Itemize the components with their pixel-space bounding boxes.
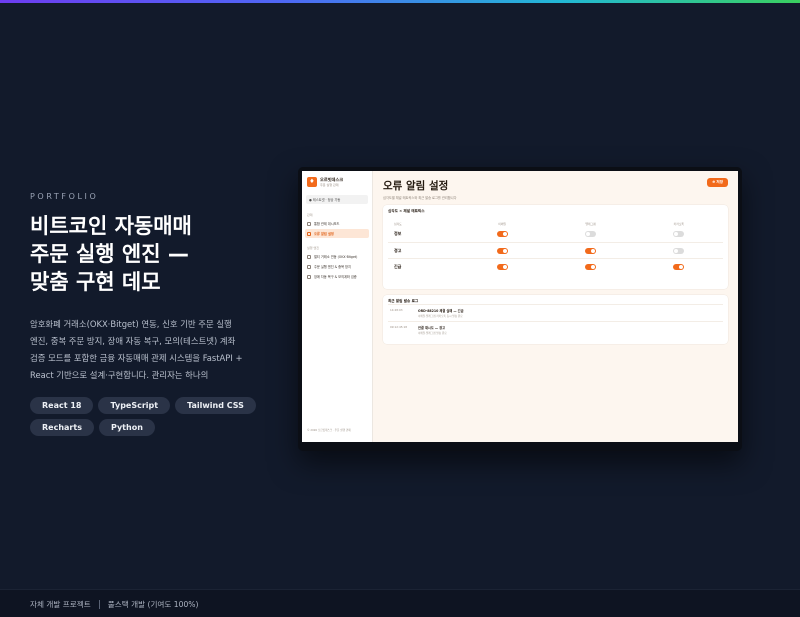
description-line: React 기반으로 설계·구현합니다. 관리자는 하나의 <box>30 370 209 380</box>
severity-label: 정보 <box>394 231 402 236</box>
channel-toggle[interactable] <box>673 263 685 270</box>
page-title: 비트코인 자동매매 주문 실행 엔진 — 맞춤 구현 데모 <box>30 212 280 296</box>
matrix-cell <box>458 263 546 270</box>
tech-chip: Python <box>98 419 155 436</box>
channel-toggle[interactable] <box>584 263 596 270</box>
matrix-cell <box>546 247 634 254</box>
sidebar-section-label: 관제 <box>307 213 313 217</box>
channel-toggle[interactable] <box>673 231 685 237</box>
description-line: 검증 모드를 포함한 금융 자동매매 관제 시스템을 FastAPI + <box>30 353 243 363</box>
footer-project-type: 자체 개발 프로젝트 <box>30 600 91 609</box>
matrix-cell <box>635 231 723 237</box>
sidebar-item-label: 주문 실행 엔진 & 중복 방지 <box>314 265 351 269</box>
matrix-cell <box>546 263 634 270</box>
alert-log-card: 최근 알림 발송 로그 14:28:03 ORD-88210 체결 실패 — 긴… <box>383 295 728 344</box>
column-header: 카카오톡 <box>673 222 684 226</box>
description-line: 엔진, 중복 주문 방지, 장애 자동 복구, 모의(테스트넷) 계좌 <box>30 336 236 346</box>
log-title: 연결 재시도 — 경고 <box>418 326 446 330</box>
log-item: 09:12:45:18 연결 재시도 — 경고 이메일·텔레그램 발송 완료 <box>388 321 723 338</box>
accent-gradient-bar <box>0 0 800 3</box>
matrix-row: 긴급 <box>388 258 723 274</box>
engine-icon <box>307 264 311 269</box>
channel-toggle[interactable] <box>496 247 508 254</box>
shield-icon <box>307 274 311 279</box>
footer-divider <box>98 600 100 609</box>
log-time: 14:28:03 <box>390 308 403 312</box>
matrix-rows: 정보경고긴급 <box>388 226 723 274</box>
bell-icon <box>307 231 311 236</box>
matrix-cell <box>635 247 723 254</box>
channel-toggle[interactable] <box>584 247 596 254</box>
matrix-cell <box>635 263 723 270</box>
sidebar-item-label: 멀티 거래소 연동 (OKX·Bitget) <box>314 255 358 259</box>
sidebar-item-recovery[interactable]: 장애 자동 복구 & 모의계좌 검증 <box>305 272 369 281</box>
matrix-row: 경고 <box>388 242 723 258</box>
eyebrow-label: PORTFOLIO <box>30 192 99 201</box>
log-description: 이메일·텔레그램·카카오톡 동시 발송 완료 <box>418 315 463 318</box>
channel-toggle[interactable] <box>584 231 596 237</box>
page-footer: 자체 개발 프로젝트 풀스택 개발 (기여도 100%) <box>0 589 800 617</box>
severity-channel-matrix: 심각도 × 채널 매트릭스 심각도 이메일 텔레그램 카카오톡 정보경고긴급 <box>383 205 728 289</box>
flame-logo-icon: ♦ <box>307 177 317 187</box>
tech-chip: Tailwind CSS <box>175 397 256 414</box>
column-header: 이메일 <box>498 222 507 226</box>
link-icon <box>307 254 311 259</box>
laptop-mockup: ♦ 오르빗데스크 주문 실행 관제 ● 테스트넷 · 정상 가동 관제 통합 관… <box>298 167 742 451</box>
card-title: 심각도 × 채널 매트릭스 <box>388 209 425 213</box>
log-time: 09:12:45:18 <box>390 325 408 329</box>
headline-line: 맞춤 구현 데모 <box>30 270 161 294</box>
sidebar-item-label: 통합 관제 대시보드 <box>314 222 340 226</box>
column-header: 심각도 <box>394 222 402 226</box>
environment-status-pill[interactable]: ● 테스트넷 · 정상 가동 <box>306 195 368 204</box>
project-description: 암호화폐 거래소(OKX·Bitget) 연동, 신호 기반 주문 실행 엔진,… <box>30 316 245 384</box>
sidebar-footer: © 2026 오르빗데스크 · 주문 실행 관제 <box>307 429 351 432</box>
matrix-cell <box>458 247 546 254</box>
app-sidebar: ♦ 오르빗데스크 주문 실행 관제 ● 테스트넷 · 정상 가동 관제 통합 관… <box>302 171 373 442</box>
column-header: 텔레그램 <box>585 222 596 226</box>
matrix-row: 정보 <box>388 226 723 242</box>
tech-chip: React 18 <box>30 397 94 414</box>
footer-role: 풀스택 개발 (기여도 100%) <box>107 600 199 609</box>
sidebar-item-order-engine[interactable]: 주문 실행 엔진 & 중복 방지 <box>305 262 369 271</box>
severity-label: 경고 <box>394 247 402 253</box>
matrix-cell <box>546 231 634 237</box>
headline-line: 비트코인 자동매매 <box>30 214 192 238</box>
tech-chip: Recharts <box>30 419 94 436</box>
channel-toggle[interactable] <box>496 263 508 270</box>
main-subtitle: 심각도별 채널 매트릭스와 최근 발송 로그를 관리합니다 <box>383 196 457 200</box>
brand-subtitle: 주문 실행 관제 <box>320 183 339 187</box>
tech-stack-chips: React 18 TypeScript Tailwind CSS Rechart… <box>30 397 270 436</box>
sidebar-item-dashboard[interactable]: 통합 관제 대시보드 <box>305 219 369 228</box>
severity-label: 긴급 <box>394 263 402 269</box>
sidebar-item-label: 오류 알림 설정 <box>314 232 334 236</box>
channel-toggle[interactable] <box>496 231 508 237</box>
app-main: 오류 알림 설정 심각도별 채널 매트릭스와 최근 발송 로그를 관리합니다 ⊕… <box>373 171 738 442</box>
headline-line: 주문 실행 엔진 — <box>30 242 189 266</box>
sidebar-item-alert-settings[interactable]: 오류 알림 설정 <box>305 229 369 238</box>
sidebar-section-label: 실행 엔진 <box>307 246 319 250</box>
matrix-header: 심각도 이메일 텔레그램 카카오톡 <box>388 222 723 226</box>
channel-toggle[interactable] <box>673 247 685 254</box>
log-title: ORD-88210 체결 실패 — 긴급 <box>418 309 464 313</box>
tech-chip: TypeScript <box>98 397 171 414</box>
dashboard-icon <box>307 221 311 226</box>
main-title: 오류 알림 설정 <box>383 180 449 192</box>
log-item: 14:28:03 ORD-88210 체결 실패 — 긴급 이메일·텔레그램·카… <box>388 304 723 321</box>
sidebar-item-exchange-integration[interactable]: 멀티 거래소 연동 (OKX·Bitget) <box>305 252 369 261</box>
app-screen: ♦ 오르빗데스크 주문 실행 관제 ● 테스트넷 · 정상 가동 관제 통합 관… <box>302 171 738 442</box>
matrix-cell <box>458 231 546 237</box>
save-button[interactable]: ⊕ 저장 <box>707 178 728 187</box>
brand: ♦ 오르빗데스크 주문 실행 관제 <box>302 171 372 191</box>
log-description: 이메일·텔레그램 발송 완료 <box>418 332 447 335</box>
sidebar-item-label: 장애 자동 복구 & 모의계좌 검증 <box>314 275 357 279</box>
description-line: 암호화폐 거래소(OKX·Bitget) 연동, 신호 기반 주문 실행 <box>30 319 232 329</box>
